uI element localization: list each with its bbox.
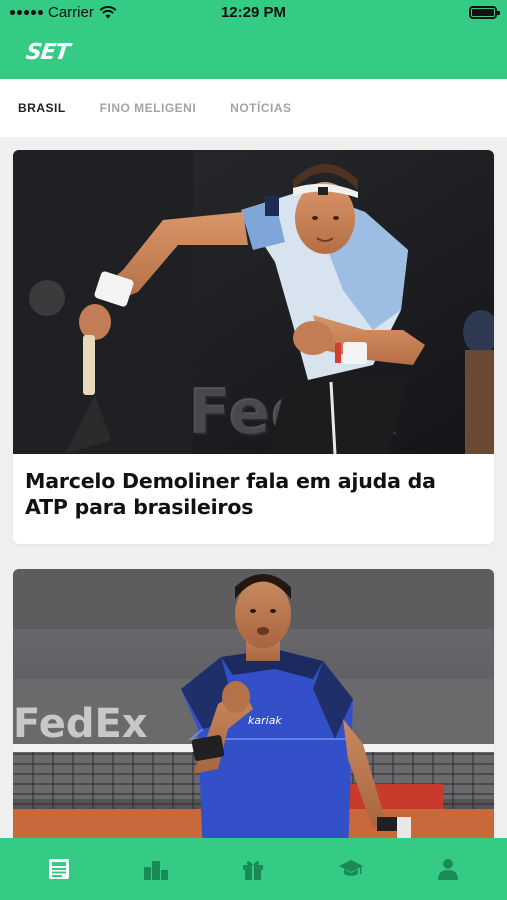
tab-ranking[interactable] — [136, 849, 176, 889]
gift-icon — [243, 861, 264, 880]
article-card[interactable]: FedEx kariak — [13, 569, 494, 838]
ranking-icon — [144, 861, 169, 880]
article-headline[interactable]: Marcelo Demoliner fala em ajuda da ATP p… — [13, 454, 494, 520]
user-icon — [438, 859, 459, 880]
app-header: Carrier 12:29 PM SET — [0, 0, 507, 79]
article-photo[interactable]: FedEx FedEx — [13, 150, 494, 454]
tab-noticias[interactable]: NOTÍCIAS — [230, 101, 291, 115]
battery-icon — [469, 6, 500, 19]
article-photo[interactable]: FedEx kariak — [13, 569, 494, 838]
tab-education[interactable] — [331, 849, 371, 889]
status-time: 12:29 PM — [220, 4, 287, 21]
news-feed[interactable]: FedEx FedEx — [0, 137, 507, 838]
tab-fino-meligeni[interactable]: FINO MELIGENI — [100, 101, 197, 115]
news-icon — [48, 859, 69, 879]
tab-brasil[interactable]: BRASIL — [18, 101, 66, 115]
tab-profile[interactable] — [428, 849, 468, 889]
category-tabs: BRASIL FINO MELIGENI NOTÍCIAS — [0, 79, 507, 137]
tab-gifts[interactable] — [233, 849, 273, 889]
article-card[interactable]: FedEx FedEx — [13, 150, 494, 544]
app-logo[interactable]: SET — [24, 40, 70, 65]
graduation-cap-icon — [338, 860, 363, 876]
svg-text:FedEx: FedEx — [13, 701, 148, 747]
bottom-tab-bar — [0, 838, 507, 900]
status-bar: Carrier 12:29 PM — [0, 0, 507, 26]
svg-text:kariak: kariak — [248, 714, 282, 727]
tab-news[interactable] — [39, 849, 79, 889]
